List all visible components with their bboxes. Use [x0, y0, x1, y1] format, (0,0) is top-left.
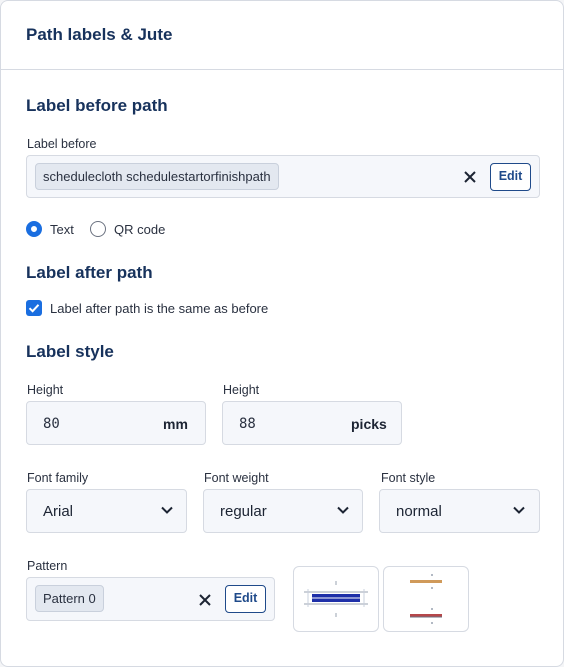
font-weight-label: Font weight: [204, 471, 269, 485]
height-mm-label: Height: [27, 383, 64, 397]
pattern-edit-button[interactable]: Edit: [225, 585, 266, 613]
close-icon[interactable]: [197, 592, 213, 608]
panel-header: Path labels & Jute: [1, 1, 563, 70]
text-radio-label: Text: [50, 222, 74, 237]
height-mm-unit: mm: [163, 416, 188, 432]
height-picks-input[interactable]: 88 picks: [222, 401, 402, 445]
label-style-section-title: Label style: [26, 342, 114, 361]
height-mm-input[interactable]: 80 mm: [26, 401, 206, 445]
qr-code-radio[interactable]: [90, 221, 106, 237]
pattern-thumbnail-1[interactable]: [293, 566, 379, 632]
check-icon: [28, 304, 40, 313]
pattern-label: Pattern: [27, 559, 68, 573]
font-style-value: normal: [396, 503, 442, 520]
height-picks-unit: picks: [351, 416, 387, 432]
same-as-before-label: Label after path is the same as before: [50, 301, 269, 316]
font-family-value: Arial: [43, 503, 74, 520]
label-before-edit-button[interactable]: Edit: [490, 163, 531, 191]
pattern-chip[interactable]: Pattern 0: [35, 585, 104, 612]
font-family-label: Font family: [27, 471, 89, 485]
label-before-section-title: Label before path: [26, 96, 168, 115]
close-icon[interactable]: [462, 169, 478, 185]
chevron-down-icon: [513, 506, 525, 514]
panel-title: Path labels & Jute: [26, 25, 173, 44]
height-picks-label: Height: [223, 383, 260, 397]
label-before-field-label: Label before: [27, 137, 97, 151]
font-style-select[interactable]: normal: [379, 489, 540, 533]
label-after-section-title: Label after path: [26, 263, 153, 282]
pattern-preview-band: [304, 581, 368, 617]
font-weight-select[interactable]: regular: [203, 489, 363, 533]
text-radio[interactable]: [26, 221, 42, 237]
same-as-before-checkbox[interactable]: [26, 300, 42, 316]
pattern-preview-lines: [410, 574, 442, 624]
label-before-chip[interactable]: schedulecloth schedulestartorfinishpath: [35, 163, 279, 190]
height-picks-value: 88: [239, 416, 256, 432]
font-family-select[interactable]: Arial: [26, 489, 187, 533]
font-weight-value: regular: [220, 503, 267, 520]
pattern-field[interactable]: Pattern 0 Edit: [26, 577, 275, 621]
height-mm-value: 80: [43, 416, 60, 432]
path-labels-panel: Path labels & Jute Label before path Lab…: [0, 0, 564, 667]
label-before-field[interactable]: schedulecloth schedulestartorfinishpath …: [26, 155, 540, 198]
font-style-label: Font style: [381, 471, 436, 485]
chevron-down-icon: [161, 506, 173, 514]
chevron-down-icon: [337, 506, 349, 514]
qr-code-radio-label: QR code: [114, 222, 166, 237]
pattern-thumbnail-2[interactable]: [383, 566, 469, 632]
